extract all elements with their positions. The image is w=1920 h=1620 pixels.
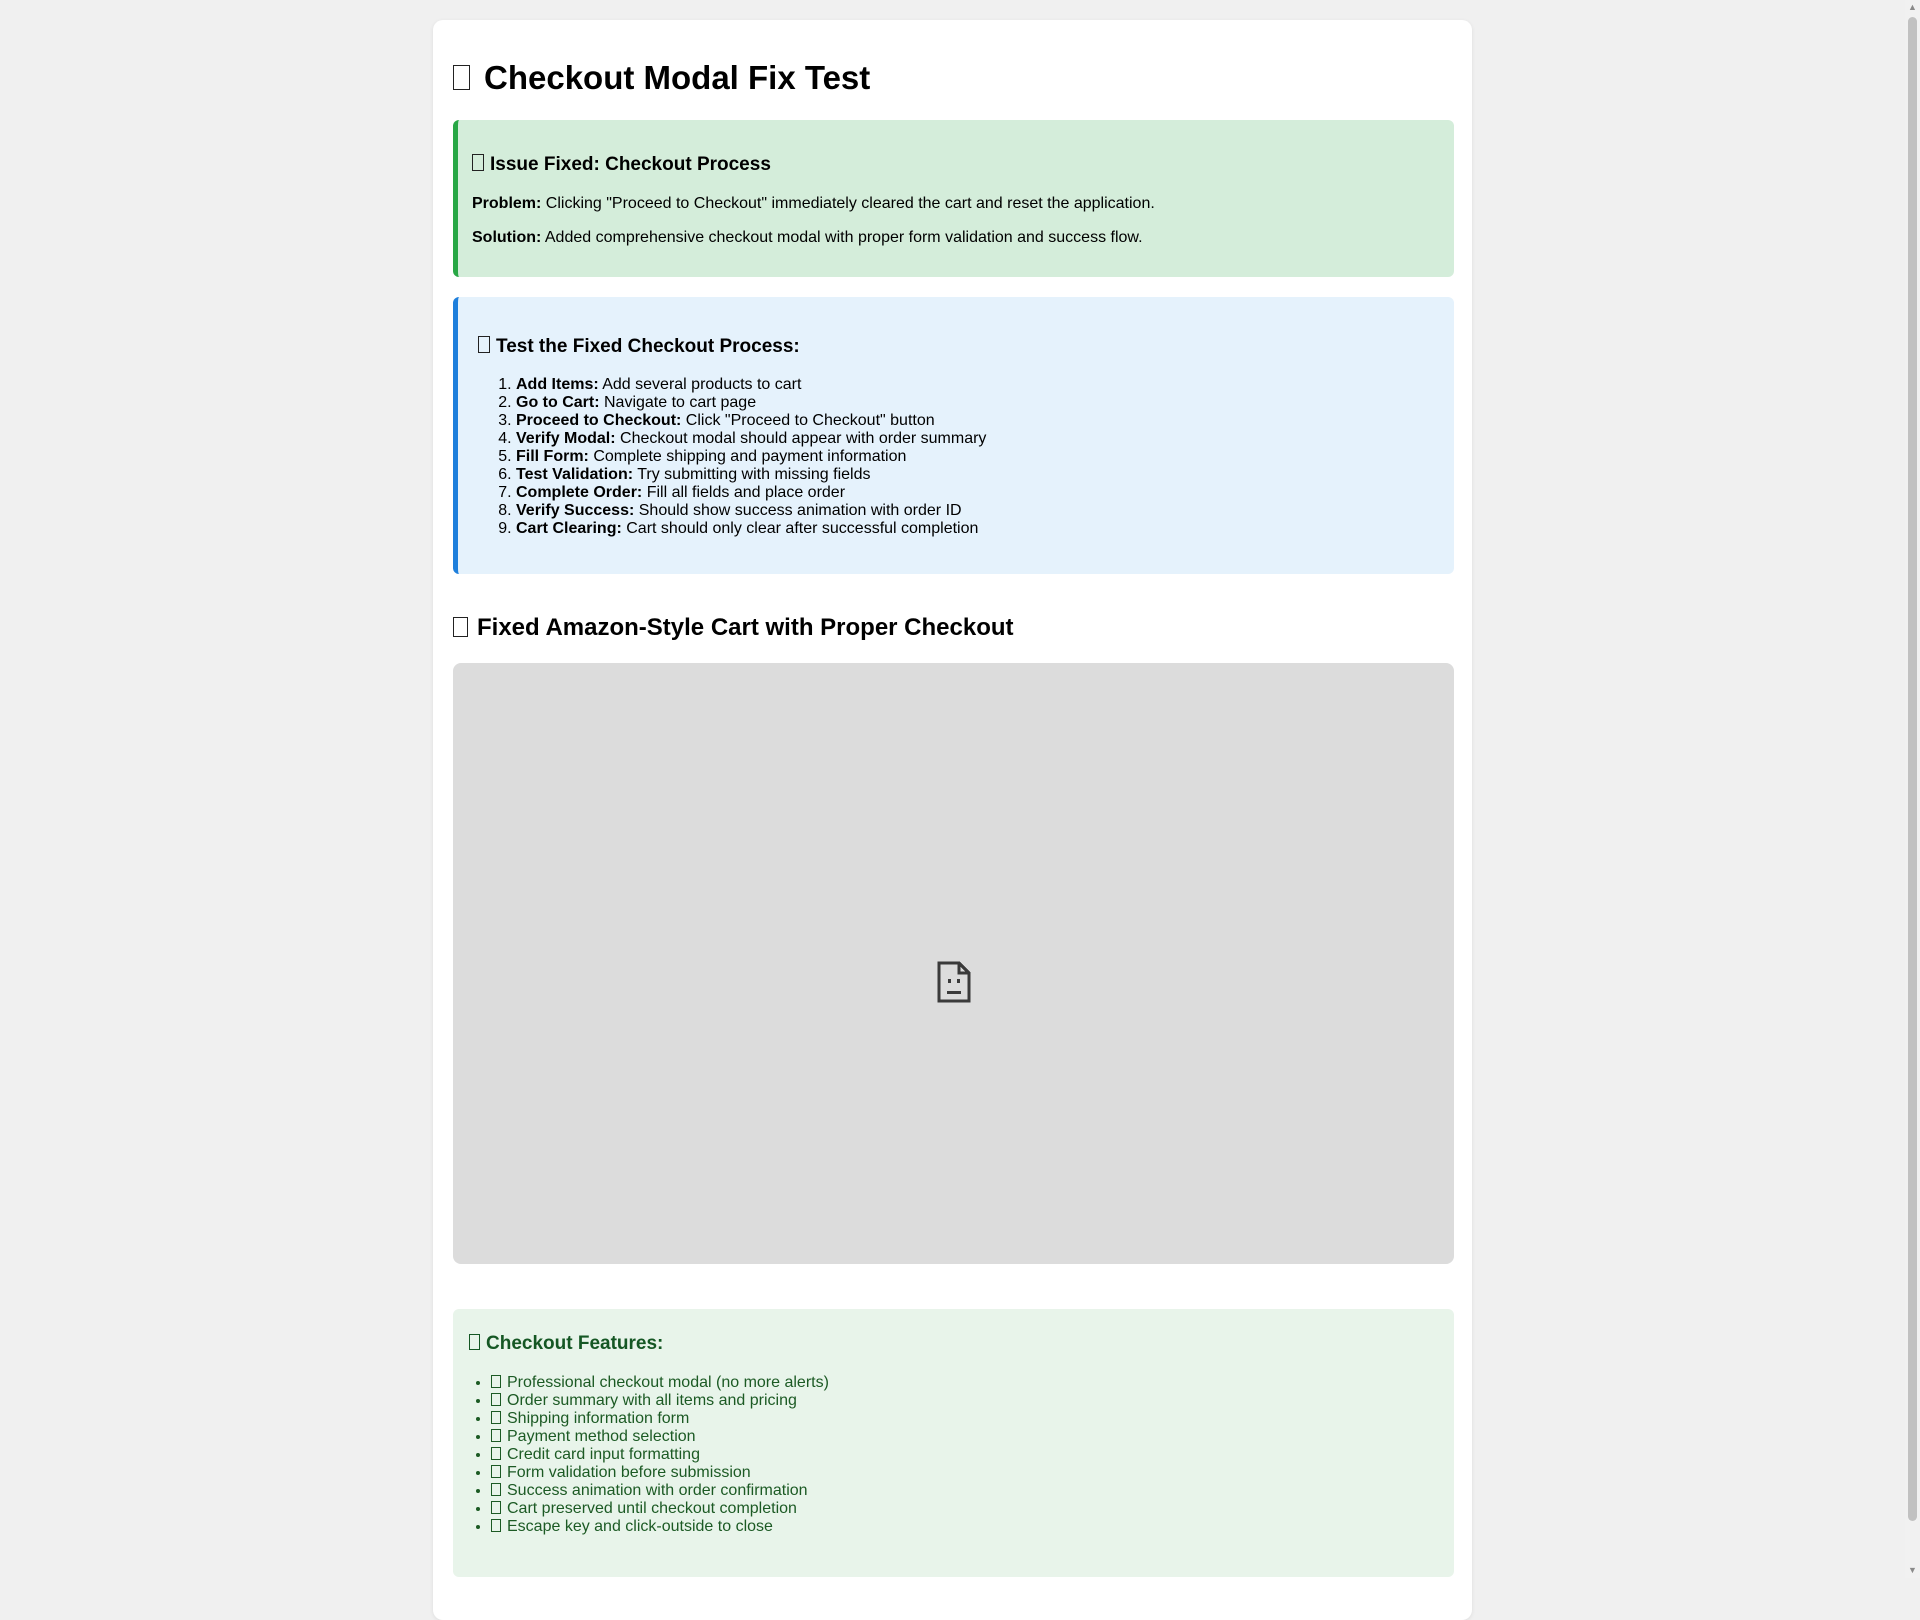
step-text: Should show success animation with order… [634,502,962,519]
step-text: Checkout modal should appear with order … [615,430,987,447]
missing-glyph-icon [478,336,490,354]
list-item: Fill Form: Complete shipping and payment… [516,448,1454,466]
cart-section-heading-text: Fixed Amazon-Style Cart with Proper Chec… [477,614,1014,641]
list-item: Verify Success: Should show success anim… [516,502,1454,520]
missing-glyph-icon [472,154,484,172]
step-label: Complete Order: [516,484,643,501]
issue-fixed-panel: Issue Fixed: Checkout Process Problem: C… [453,120,1454,277]
step-label: Go to Cart: [516,394,600,411]
issue-fixed-heading-text: Issue Fixed: Checkout Process [490,154,771,175]
problem-text: Clicking "Proceed to Checkout" immediate… [541,195,1155,212]
check-icon [491,1501,501,1515]
list-item: Add Items: Add several products to cart [516,376,1454,394]
check-icon [491,1429,501,1443]
step-text: Complete shipping and payment informatio… [588,448,907,465]
step-text: Fill all fields and place order [642,484,846,501]
step-text: Add several products to cart [598,376,802,393]
list-item: Complete Order: Fill all fields and plac… [516,484,1454,502]
list-item: Proceed to Checkout: Click "Proceed to C… [516,412,1454,430]
problem-label: Problem: [472,195,542,212]
list-item: Verify Modal: Checkout modal should appe… [516,430,1454,448]
step-label: Verify Modal: [516,430,616,447]
list-item: Shipping information form [491,1410,1454,1428]
scroll-down-arrow-icon[interactable]: ▼ [1905,1563,1920,1578]
feature-text: Shipping information form [507,1410,690,1427]
list-item: Credit card input formatting [491,1446,1454,1464]
check-icon [491,1375,501,1389]
step-text: Click "Proceed to Checkout" button [681,412,935,429]
solution-text: Added comprehensive checkout modal with … [541,229,1143,246]
broken-page-icon [937,961,971,1003]
step-label: Add Items: [516,376,599,393]
list-item: Cart preserved until checkout completion [491,1500,1454,1518]
checkout-features-panel: Checkout Features: Professional checkout… [453,1309,1454,1577]
features-heading-text: Checkout Features: [486,1333,664,1354]
feature-text: Credit card input formatting [507,1446,700,1463]
list-item: Cart Clearing: Cart should only clear af… [516,520,1454,538]
list-item: Payment method selection [491,1428,1454,1446]
features-heading: Checkout Features: [469,1333,1454,1355]
feature-text: Escape key and click-outside to close [507,1518,773,1535]
test-steps-heading-text: Test the Fixed Checkout Process: [496,336,800,357]
list-item: Escape key and click-outside to close [491,1518,1454,1536]
list-item: Order summary with all items and pricing [491,1392,1454,1410]
feature-text: Order summary with all items and pricing [507,1392,797,1409]
scrollbar-thumb[interactable] [1908,17,1917,1521]
step-label: Test Validation: [516,466,634,483]
missing-glyph-icon [453,64,470,90]
step-label: Proceed to Checkout: [516,412,682,429]
vertical-scrollbar[interactable]: ▲ ▼ [1905,0,1920,1578]
step-label: Verify Success: [516,502,635,519]
feature-text: Payment method selection [507,1428,696,1445]
problem-statement: Problem: Clicking "Proceed to Checkout" … [472,194,1454,213]
cart-iframe[interactable] [453,663,1454,1264]
list-item: Form validation before submission [491,1464,1454,1482]
list-item: Success animation with order confirmatio… [491,1482,1454,1500]
list-item: Professional checkout modal (no more ale… [491,1374,1454,1392]
solution-label: Solution: [472,229,542,246]
check-icon [491,1393,501,1407]
missing-glyph-icon [453,616,468,637]
check-icon [491,1411,501,1425]
page-container: Checkout Modal Fix Test Issue Fixed: Che… [433,20,1472,1620]
test-steps-list: Add Items: Add several products to cart … [478,376,1454,538]
scroll-up-arrow-icon[interactable]: ▲ [1905,0,1920,15]
check-icon [491,1465,501,1479]
step-label: Cart Clearing: [516,520,622,537]
check-icon [491,1447,501,1461]
issue-fixed-heading: Issue Fixed: Checkout Process [472,154,1454,176]
check-icon [491,1519,501,1533]
step-text: Cart should only clear after successful … [621,520,979,537]
step-label: Fill Form: [516,448,589,465]
page-title-text: Checkout Modal Fix Test [484,59,871,96]
cart-section-heading: Fixed Amazon-Style Cart with Proper Chec… [453,614,1014,643]
step-text: Navigate to cart page [599,394,757,411]
list-item: Test Validation: Try submitting with mis… [516,466,1454,484]
feature-text: Success animation with order confirmatio… [507,1482,808,1499]
list-item: Go to Cart: Navigate to cart page [516,394,1454,412]
check-icon [491,1483,501,1497]
step-text: Try submitting with missing fields [633,466,871,483]
features-list: Professional checkout modal (no more ale… [469,1374,1454,1536]
feature-text: Cart preserved until checkout completion [507,1500,797,1517]
missing-glyph-icon [469,1333,480,1350]
feature-text: Form validation before submission [507,1464,751,1481]
page-title: Checkout Modal Fix Test [453,58,870,98]
test-steps-panel: Test the Fixed Checkout Process: Add Ite… [453,297,1454,574]
feature-text: Professional checkout modal (no more ale… [507,1374,829,1391]
test-steps-heading: Test the Fixed Checkout Process: [478,336,1454,358]
solution-statement: Solution: Added comprehensive checkout m… [472,228,1454,247]
